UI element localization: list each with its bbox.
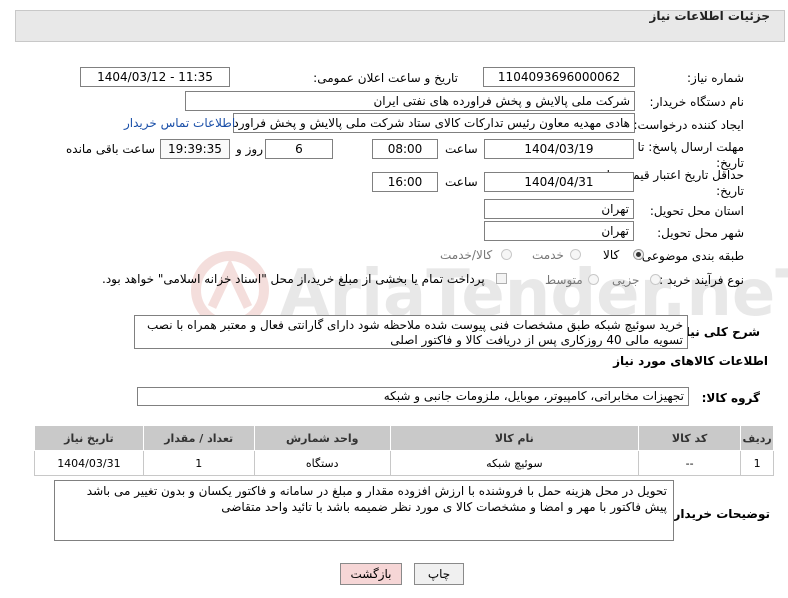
cell-quantity: 1 bbox=[142, 450, 255, 476]
description-textarea[interactable]: خرید سوئیچ شبکه طبق مشخصات فنی پیوست شده… bbox=[134, 315, 688, 349]
city-field: تهران bbox=[484, 221, 634, 241]
buyer-contact-link[interactable]: اطلاعات تماس خریدار bbox=[124, 116, 235, 130]
price-date-field: 1404/04/31 bbox=[484, 172, 634, 192]
goods-group-label: گروه کالا: bbox=[701, 391, 760, 405]
city-label: شهر محل تحویل: bbox=[657, 226, 744, 240]
col-unit: واحد شمارش bbox=[253, 425, 391, 451]
col-name: نام کالا bbox=[389, 425, 639, 451]
table-row: 1 -- سوئیچ شبکه دستگاه 1 1404/03/31 bbox=[34, 450, 774, 476]
page-title: جزئیات اطلاعات نیاز bbox=[649, 9, 770, 23]
purchase-type-label: نوع فرآیند خرید : bbox=[659, 273, 744, 287]
print-button[interactable]: چاپ bbox=[414, 563, 464, 585]
col-quantity: تعداد / مقدار bbox=[142, 425, 255, 451]
announce-date-field: 1404/03/12 - 11:35 bbox=[80, 67, 230, 87]
buyer-notes-textarea[interactable]: تحویل در محل هزینه حمل با فروشنده با ارز… bbox=[54, 480, 674, 541]
category-goods-label: کالا bbox=[603, 248, 620, 262]
buyer-org-label: نام دستگاه خریدار: bbox=[649, 95, 745, 109]
creator-label: ایجاد کننده درخواست: bbox=[633, 118, 744, 132]
days-label: روز و bbox=[236, 142, 263, 156]
buyer-notes-label: توضیحات خریدار: bbox=[668, 507, 770, 521]
purchase-minor-label: جزیی bbox=[612, 273, 640, 287]
category-both-label: کالا/خدمت bbox=[440, 248, 493, 262]
cell-unit: دستگاه bbox=[253, 450, 391, 476]
province-field: تهران bbox=[484, 199, 634, 219]
category-label: طبقه بندی موضوعی: bbox=[637, 249, 744, 263]
buyer-org-field: شرکت ملی پالایش و پخش فراورده های نفتی ا… bbox=[185, 91, 635, 111]
cell-code: -- bbox=[637, 450, 742, 476]
category-service-radio[interactable] bbox=[570, 249, 581, 260]
remaining-time-label: ساعت باقی مانده bbox=[66, 142, 156, 156]
price-time-label: ساعت bbox=[445, 175, 478, 189]
creator-field: هادی مهدیه معاون رئیس تدارکات کالای ستاد… bbox=[233, 113, 635, 133]
days-field: 6 bbox=[265, 139, 333, 159]
col-code: کد کالا bbox=[637, 425, 742, 451]
cell-row: 1 bbox=[740, 450, 774, 476]
need-number-field: 1104093696000062 bbox=[483, 67, 635, 87]
items-table-header: ردیف کد کالا نام کالا واحد شمارش تعداد /… bbox=[34, 425, 774, 451]
cell-name: سوئیچ شبکه bbox=[389, 450, 639, 476]
reply-date-field: 1404/03/19 bbox=[484, 139, 634, 159]
purchase-medium-label: متوسط bbox=[545, 273, 583, 287]
items-table: ردیف کد کالا نام کالا واحد شمارش تعداد /… bbox=[34, 425, 774, 476]
col-need-date: تاریخ نیاز bbox=[34, 425, 144, 451]
goods-section-title: اطلاعات کالاهای مورد نیاز bbox=[613, 354, 768, 368]
category-service-label: خدمت bbox=[532, 248, 564, 262]
treasury-payment-note: پرداخت تمام یا بخشی از مبلغ خرید،از محل … bbox=[102, 272, 485, 286]
purchase-minor-radio[interactable] bbox=[650, 274, 661, 285]
treasury-payment-checkbox[interactable] bbox=[496, 273, 507, 284]
reply-time-label: ساعت bbox=[445, 142, 478, 156]
back-button[interactable]: بازگشت bbox=[340, 563, 402, 585]
need-number-label: شماره نیاز: bbox=[687, 71, 744, 85]
goods-group-field: تجهیزات مخابراتی، کامپیوتر، موبایل، ملزو… bbox=[137, 387, 689, 406]
province-label: استان محل تحویل: bbox=[649, 204, 744, 218]
price-time-field: 16:00 bbox=[372, 172, 438, 192]
purchase-medium-radio[interactable] bbox=[588, 274, 599, 285]
cell-need-date: 1404/03/31 bbox=[34, 450, 144, 476]
category-goods-radio[interactable] bbox=[633, 249, 644, 260]
reply-time-field: 08:00 bbox=[372, 139, 438, 159]
remaining-time-field: 19:39:35 bbox=[160, 139, 230, 159]
col-row: ردیف bbox=[740, 425, 774, 451]
category-both-radio[interactable] bbox=[501, 249, 512, 260]
announce-date-label: تاریخ و ساعت اعلان عمومی: bbox=[313, 71, 458, 85]
